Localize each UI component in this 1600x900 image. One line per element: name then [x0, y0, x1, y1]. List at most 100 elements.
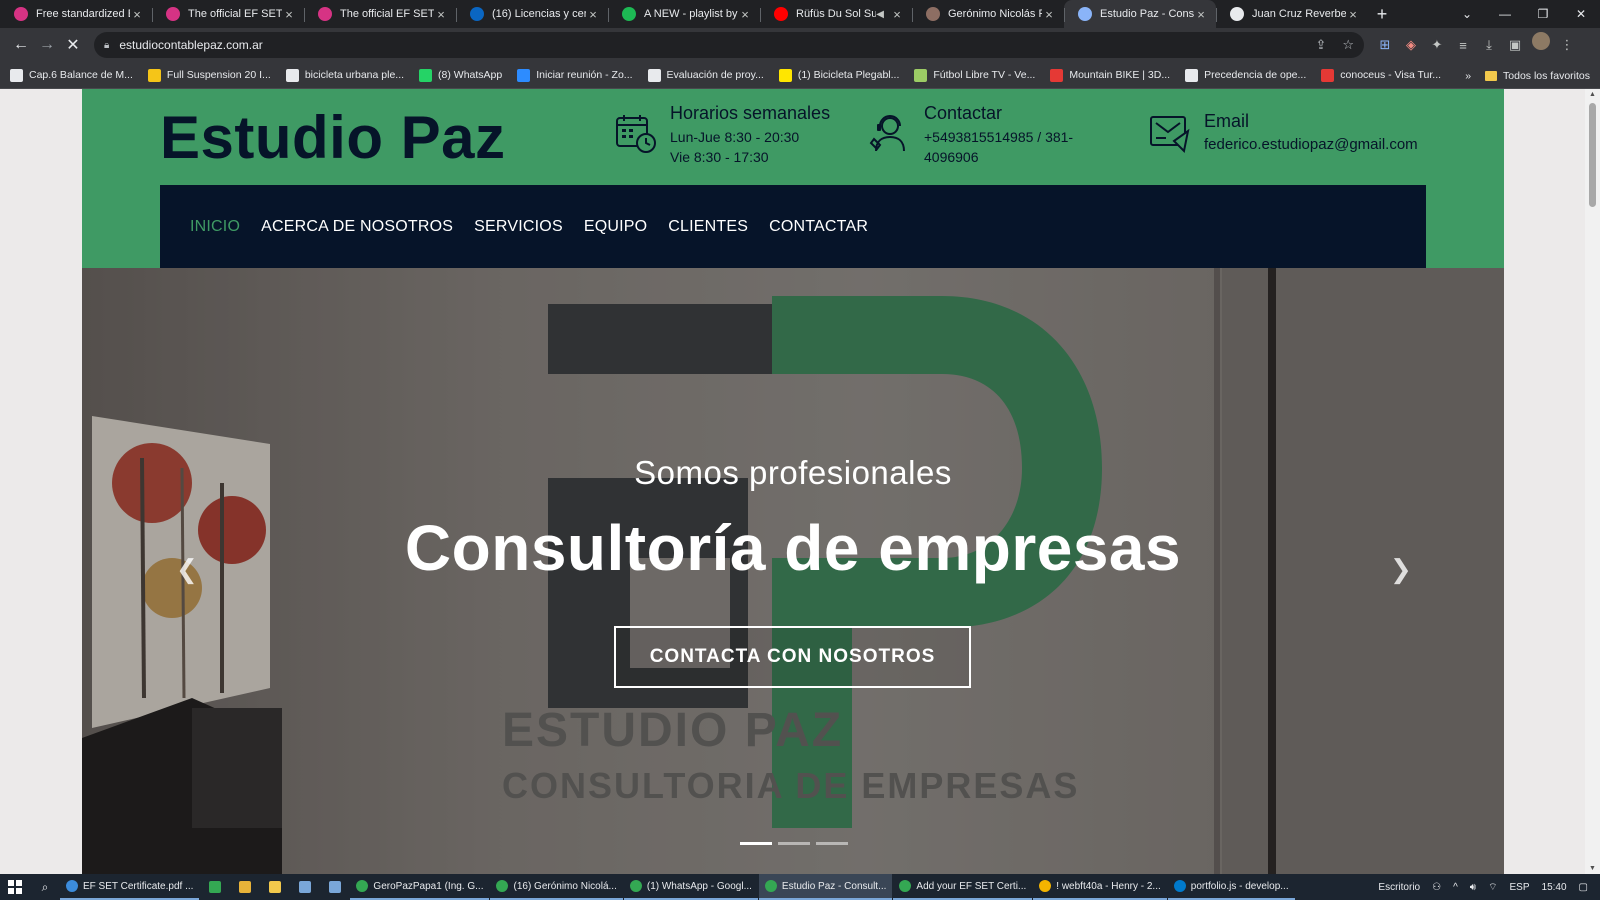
contact-phone-line-1[interactable]: +5493815514985 / 381-	[924, 127, 1073, 147]
carousel-prev-icon[interactable]: ❮	[176, 554, 198, 585]
tab-title[interactable]: Juan Cruz Reverberi	[1252, 8, 1346, 20]
bookmark-label[interactable]: Precedencia de ope...	[1204, 69, 1306, 81]
bookmark-item[interactable]: Cap.6 Balance de M...	[10, 68, 133, 82]
close-tab-icon[interactable]: ×	[738, 7, 752, 22]
bookmark-item[interactable]: (1) Bicicleta Plegabl...	[778, 68, 900, 82]
close-tab-icon[interactable]: ×	[434, 7, 448, 22]
carousel-indicator[interactable]	[816, 842, 848, 845]
nav-item-contactar[interactable]: CONTACTAR	[769, 218, 868, 236]
chrome-icon[interactable]	[200, 874, 230, 900]
share-icon[interactable]: ⇪	[1315, 37, 1326, 53]
taskbar-app[interactable]: (16) Gerónimo Nicolá...	[490, 874, 623, 900]
start-button[interactable]	[0, 874, 30, 900]
bookmark-label[interactable]: Fútbol Libre TV - Ve...	[933, 69, 1035, 81]
back-button[interactable]: ←	[8, 32, 34, 58]
carousel-indicator[interactable]	[740, 842, 772, 845]
browser-tab[interactable]: The official EF SET Ce×	[152, 0, 304, 28]
forward-button[interactable]: →	[34, 32, 60, 58]
side-panel-icon[interactable]: ▣	[1502, 32, 1528, 58]
taskbar-app[interactable]: GeroPazPapa1 (Ing. G...	[350, 874, 490, 900]
minimize-button[interactable]: —	[1486, 0, 1524, 28]
taskbar-app[interactable]: Add your EF SET Certi...	[893, 874, 1033, 900]
bookmark-star-icon[interactable]: ☆	[1342, 37, 1354, 53]
restore-button[interactable]: ❐	[1524, 0, 1562, 28]
nav-item-inicio[interactable]: INICIO	[190, 218, 240, 236]
nav-item-acerca-de-nosotros[interactable]: ACERCA DE NOSOTROS	[261, 218, 453, 236]
close-tab-icon[interactable]: ×	[586, 7, 600, 22]
contact-us-button[interactable]: CONTACTA CON NOSOTROS	[614, 626, 971, 688]
notifications-icon[interactable]: ▢	[1579, 882, 1588, 893]
bookmark-label[interactable]: (1) Bicicleta Plegabl...	[798, 69, 900, 81]
bookmark-label[interactable]: Evaluación de proy...	[667, 69, 764, 81]
nav-item-servicios[interactable]: SERVICIOS	[474, 218, 563, 236]
browser-tab[interactable]: Gerónimo Nicolás Pa ×	[912, 0, 1064, 28]
bookmark-item[interactable]: Precedencia de ope...	[1185, 68, 1306, 82]
bookmark-item[interactable]: Full Suspension 20 I...	[147, 68, 271, 82]
tab-title[interactable]: (16) Licencias y certifi	[492, 8, 586, 20]
taskbar-app[interactable]: EF SET Certificate.pdf ...	[60, 874, 200, 900]
search-icon[interactable]: ⌕	[30, 874, 60, 900]
show-hidden-icon[interactable]: ^	[1453, 882, 1458, 893]
scroll-down-icon[interactable]: ▼	[1585, 865, 1600, 872]
address-bar[interactable]: 🔒︎ estudiocontablepaz.com.ar ⇪ ☆	[94, 32, 1364, 58]
scrollbar-thumb[interactable]	[1589, 103, 1596, 207]
tab-title[interactable]: The official EF SET Ce	[340, 8, 434, 20]
bookmark-item[interactable]: bicicleta urbana ple...	[285, 68, 404, 82]
bookmark-label[interactable]: Full Suspension 20 I...	[167, 69, 271, 81]
tab-title[interactable]: The official EF SET Ce	[188, 8, 282, 20]
bookmark-item[interactable]: (8) WhatsApp	[419, 68, 502, 82]
email-address[interactable]: federico.estudiopaz@gmail.com	[1204, 135, 1418, 155]
bookmark-item[interactable]: Mountain BIKE | 3D...	[1050, 68, 1170, 82]
bookmark-label[interactable]: (8) WhatsApp	[438, 69, 502, 81]
nav-item-clientes[interactable]: CLIENTES	[668, 218, 748, 236]
bookmark-label[interactable]: Mountain BIKE | 3D...	[1069, 69, 1170, 81]
all-bookmarks-link[interactable]: Todos los favoritos	[1503, 70, 1590, 82]
bookmark-item[interactable]: Evaluación de proy...	[647, 68, 764, 82]
browser-tab[interactable]: The official EF SET Ce×	[304, 0, 456, 28]
taskbar-app[interactable]: portfolio.js - develop...	[1167, 874, 1295, 900]
nav-item-equipo[interactable]: EQUIPO	[584, 218, 647, 236]
download-icon[interactable]: ⤓	[1476, 32, 1502, 58]
tab-title[interactable]: Estudio Paz - Consult	[1100, 8, 1194, 20]
language-indicator[interactable]: ESP	[1510, 882, 1530, 893]
extension-icon[interactable]: ◈	[1398, 32, 1424, 58]
browser-tab[interactable]: (16) Licencias y certifi×	[456, 0, 608, 28]
bookmark-item[interactable]: Iniciar reunión - Zo...	[517, 68, 633, 82]
clock[interactable]: 15:40	[1542, 882, 1567, 893]
media-control-icon[interactable]: ≡	[1450, 32, 1476, 58]
tab-search-icon[interactable]: ⌄	[1448, 0, 1486, 28]
close-tab-icon[interactable]: ×	[1042, 7, 1056, 22]
bookmark-label[interactable]: bicicleta urbana ple...	[305, 69, 404, 81]
browser-tab[interactable]: Estudio Paz - Consult×	[1064, 0, 1216, 28]
close-tab-icon[interactable]: ×	[130, 7, 144, 22]
taskbar-app[interactable]: (1) WhatsApp - Googl...	[623, 874, 758, 900]
bookmark-item[interactable]: Fútbol Libre TV - Ve...	[914, 68, 1035, 82]
bookmark-label[interactable]: conoceus - Visa Tur...	[1340, 69, 1441, 81]
bookmark-item[interactable]: conoceus - Visa Tur...	[1321, 68, 1441, 82]
app-icon[interactable]	[230, 874, 260, 900]
lock-icon[interactable]: 🔒︎	[104, 40, 109, 51]
bookmark-label[interactable]: Iniciar reunión - Zo...	[536, 69, 632, 81]
tab-title[interactable]: A NEW - playlist by g	[644, 8, 738, 20]
close-tab-icon[interactable]: ×	[1194, 7, 1208, 22]
close-tab-icon[interactable]: ×	[1346, 7, 1360, 22]
desktop-label[interactable]: Escritorio	[1378, 882, 1420, 893]
volume-icon[interactable]: 🔊︎	[1470, 882, 1476, 893]
bookmark-label[interactable]: Cap.6 Balance de M...	[29, 69, 133, 81]
taskbar-app[interactable]: Estudio Paz - Consult...	[758, 874, 893, 900]
remote-icon[interactable]	[320, 874, 350, 900]
menu-icon[interactable]: ⋮	[1554, 32, 1580, 58]
stop-loading-button[interactable]: ✕	[60, 32, 86, 58]
translate-extension-icon[interactable]: ⊞	[1372, 32, 1398, 58]
browser-tab[interactable]: Free standardized Eng×	[0, 0, 152, 28]
people-icon[interactable]: ⚇	[1432, 882, 1441, 893]
browser-tab[interactable]: Juan Cruz Reverberi ×	[1216, 0, 1368, 28]
tab-title[interactable]: Free standardized Eng	[36, 8, 130, 20]
url-text[interactable]: estudiocontablepaz.com.ar	[119, 38, 1299, 52]
carousel-indicator[interactable]	[778, 842, 810, 845]
tab-title[interactable]: Rüfüs Du Sol Sun	[796, 8, 876, 20]
audio-playing-icon[interactable]: ◀︎	[876, 9, 884, 20]
file-explorer-icon[interactable]	[260, 874, 290, 900]
contact-phone-line-2[interactable]: 4096906	[924, 147, 1073, 167]
site-logo[interactable]: Estudio Paz	[160, 103, 506, 172]
